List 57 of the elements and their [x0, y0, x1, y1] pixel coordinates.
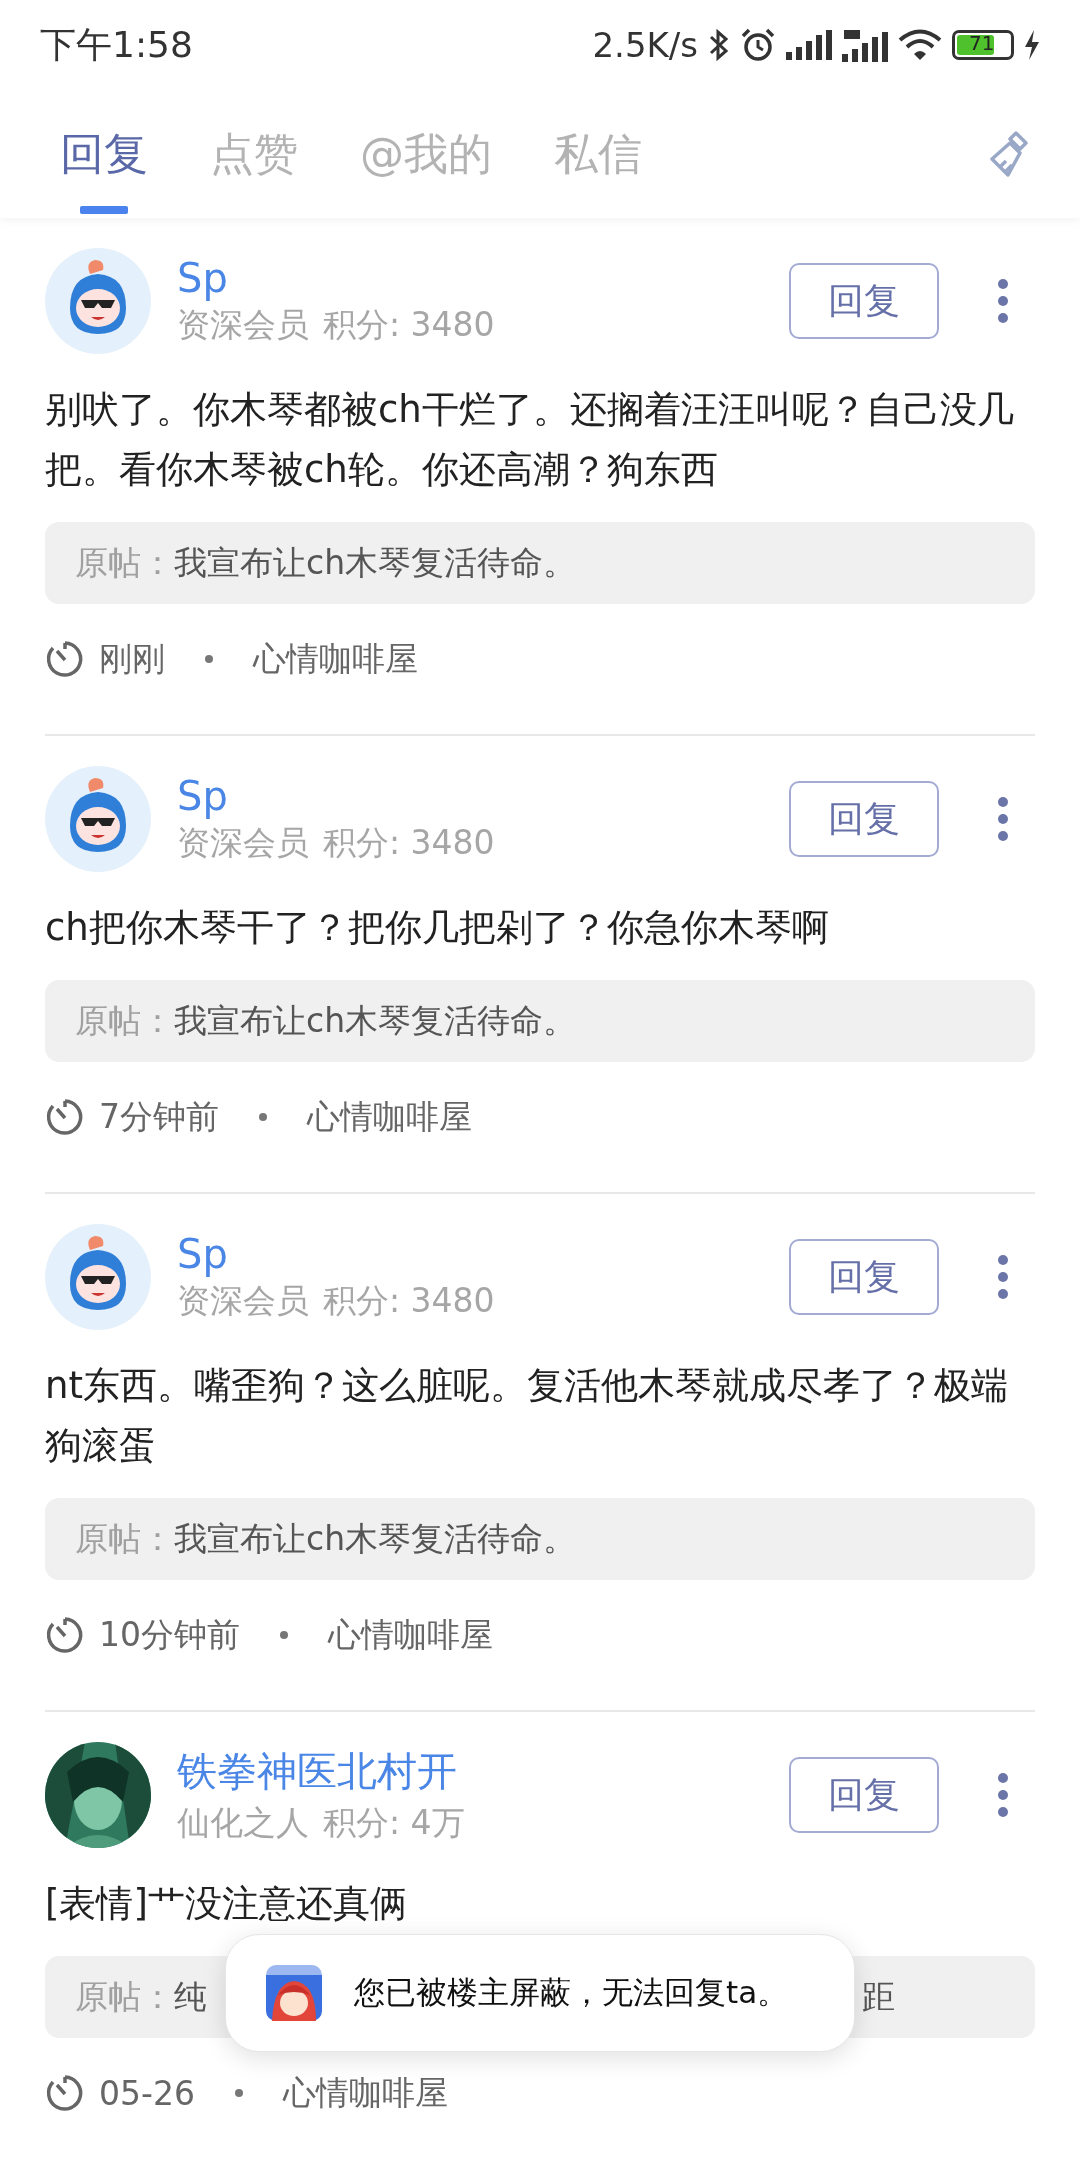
forum-name[interactable]: 心情咖啡屋	[282, 2070, 448, 2116]
user-score: 积分: 3480	[323, 1279, 495, 1322]
bluetooth-icon	[708, 28, 730, 62]
reply-button[interactable]: 回复	[789, 1757, 939, 1833]
reply-text: 别吠了。你木琴都被ch干烂了。还搁着汪汪叫呢？自己没几把。看你木琴被ch轮。你还高潮？狗东西	[45, 387, 1015, 493]
charging-icon	[1024, 30, 1040, 60]
user-rank: 资深会员	[177, 821, 309, 864]
original-post-quote[interactable]: 原帖：我宣布让ch木琴复活待命。	[45, 1498, 1035, 1580]
clock-icon	[45, 1615, 85, 1655]
toast-message: 您已被楼主屏蔽，无法回复ta。	[354, 1973, 789, 2012]
clock-icon	[45, 1097, 85, 1137]
forum-name[interactable]: 心情咖啡屋	[328, 1612, 493, 1658]
user-score: 积分: 3480	[323, 821, 495, 864]
reply-text: ch把你木琴干了？把你几把剁了？你急你木琴啊	[45, 905, 830, 951]
tab[interactable]: 回复	[60, 108, 148, 214]
more-icon[interactable]	[997, 1772, 1009, 1818]
reply-button[interactable]: 回复	[789, 1239, 939, 1315]
signal-icon	[786, 30, 832, 60]
post-time: 10分钟前	[99, 1613, 240, 1656]
post-time: 刚刚	[99, 637, 165, 680]
avatar-icon[interactable]	[45, 766, 151, 872]
clock-icon	[45, 2073, 85, 2113]
forum-name[interactable]: 心情咖啡屋	[253, 636, 418, 682]
user-name[interactable]: Sp	[177, 772, 789, 819]
post-time: 7分钟前	[99, 1095, 219, 1138]
user-name[interactable]: Sp	[177, 1230, 789, 1277]
original-post-quote[interactable]: 原帖：我宣布让ch木琴复活待命。	[45, 980, 1035, 1062]
alarm-icon	[740, 28, 776, 62]
wifi-icon	[898, 29, 942, 61]
user-score: 积分: 3480	[323, 303, 495, 346]
separator-dot	[259, 1113, 267, 1121]
user-rank: 资深会员	[177, 1279, 309, 1322]
reply-button[interactable]: 回复	[789, 263, 939, 339]
avatar-icon[interactable]	[45, 1224, 151, 1330]
user-name[interactable]: Sp	[177, 254, 789, 301]
reply-button[interactable]: 回复	[789, 781, 939, 857]
status-time: 下午1:58	[40, 22, 193, 67]
post-time: 05-26	[99, 2073, 195, 2113]
separator-dot	[205, 655, 213, 663]
user-rank: 资深会员	[177, 303, 309, 346]
user-score: 积分: 4万	[323, 1802, 465, 1844]
more-icon[interactable]	[997, 1254, 1009, 1300]
reply-text: nt东西。嘴歪狗？这么脏呢。复活他木琴就成尽孝了？极端狗滚蛋	[45, 1363, 1009, 1469]
user-rank: 仙化之人	[177, 1802, 309, 1844]
battery-icon: 71	[952, 30, 1014, 60]
forum-name[interactable]: 心情咖啡屋	[307, 1094, 472, 1140]
separator-dot	[234, 2089, 243, 2097]
more-icon[interactable]	[997, 796, 1009, 842]
network-speed: 2.5K/s	[592, 25, 698, 65]
clock-icon	[45, 639, 85, 679]
original-post-quote[interactable]: 原帖：我宣布让ch木琴复活待命。	[45, 522, 1035, 604]
user-name[interactable]: 铁拳神医北村开	[177, 1744, 789, 1799]
more-icon[interactable]	[997, 278, 1009, 324]
avatar-icon[interactable]	[45, 248, 151, 354]
hd-signal-icon	[842, 28, 888, 62]
reply-text: [表情]艹没注意还真俩	[45, 1881, 408, 1927]
separator-dot	[280, 1631, 288, 1639]
